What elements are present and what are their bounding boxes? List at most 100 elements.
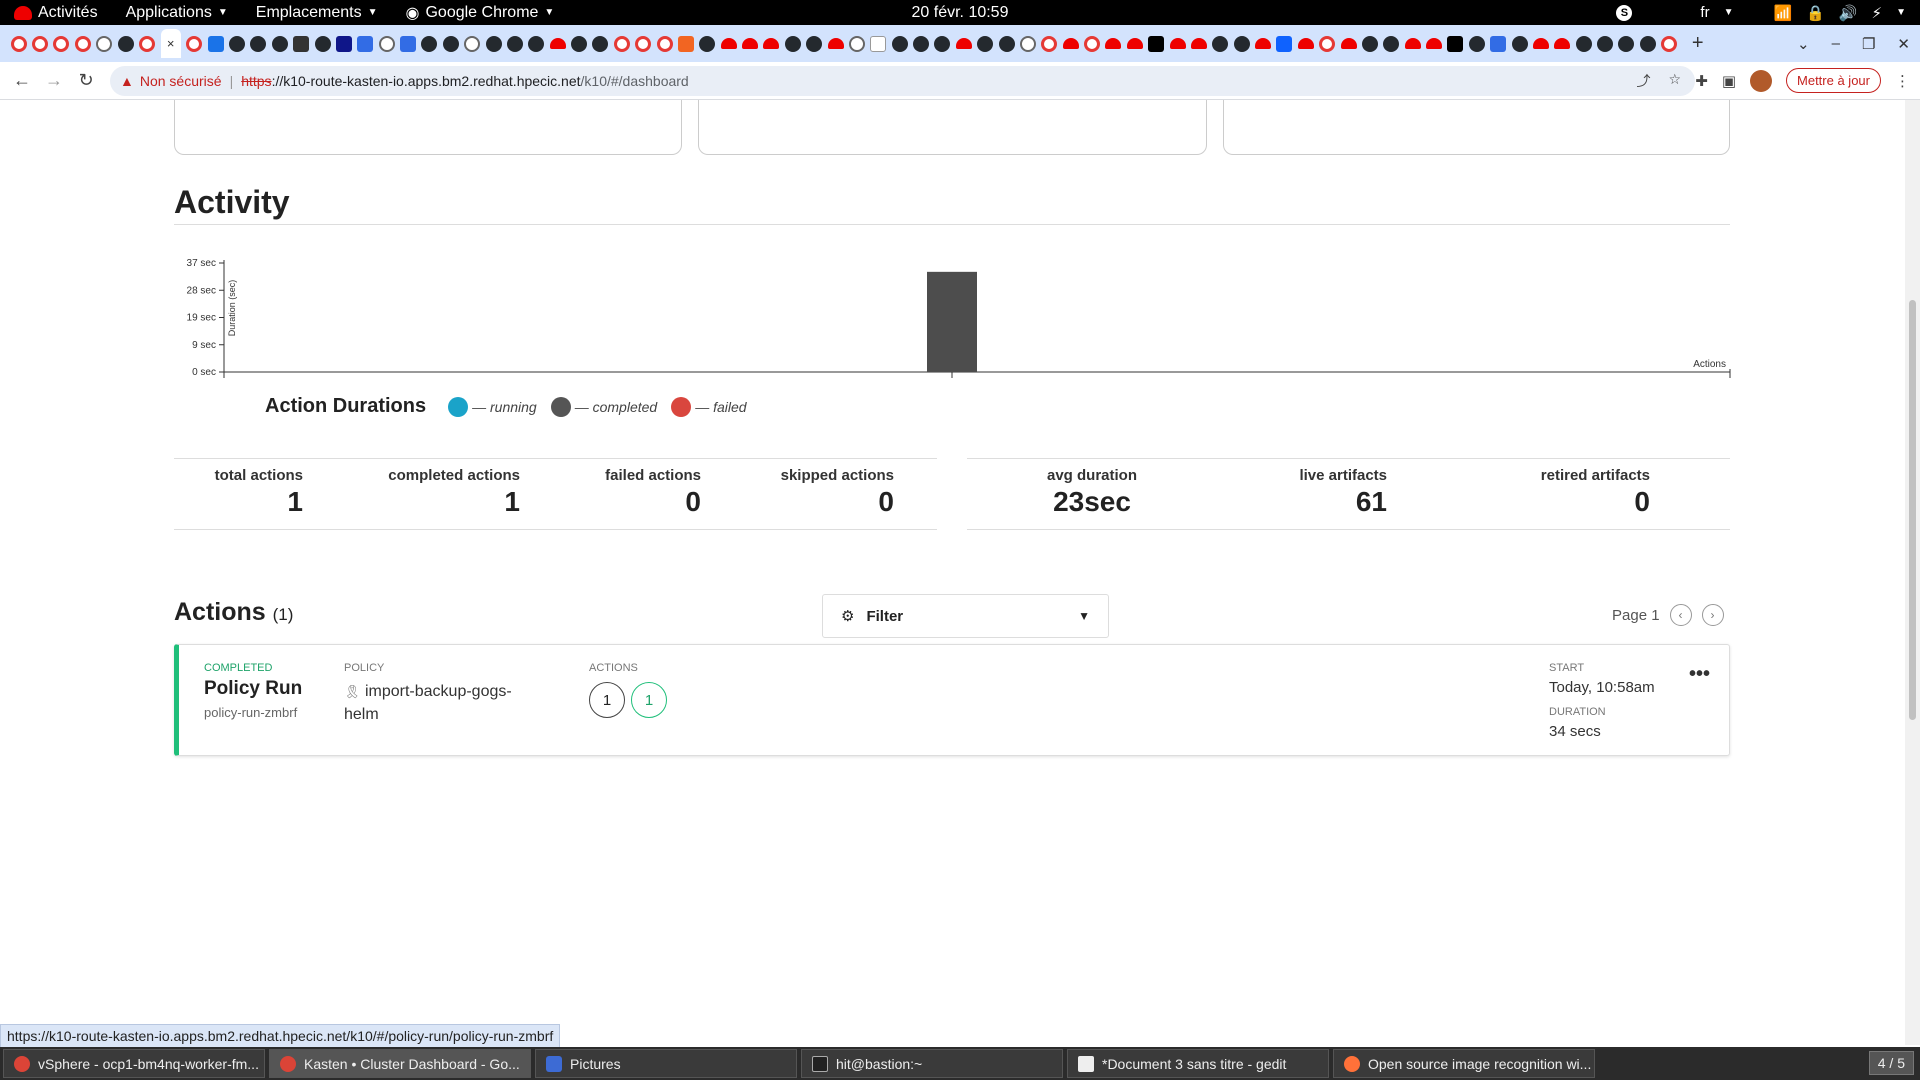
bookmark-star-icon[interactable]: ☆ [1668, 71, 1681, 91]
tab-openshift-icon[interactable] [186, 35, 203, 52]
tab-openshift-icon[interactable] [1041, 35, 1058, 52]
tab-kubernetes-icon[interactable] [400, 35, 417, 52]
active-tab[interactable]: × [160, 29, 181, 58]
tab-terminal-icon[interactable] [293, 35, 310, 52]
page-scrollbar[interactable] [1905, 100, 1920, 1045]
tab-github-icon[interactable] [806, 35, 823, 52]
reload-icon[interactable]: ↻ [70, 70, 102, 91]
tab-github-icon[interactable] [592, 35, 609, 52]
back-arrow-icon[interactable]: ← [6, 70, 38, 91]
tab-snowflake-icon[interactable] [848, 35, 865, 52]
tab-redhat-icon[interactable] [1126, 38, 1143, 49]
tab-kubernetes-icon[interactable] [1490, 35, 1507, 52]
tab-github-icon[interactable] [1361, 35, 1378, 52]
tab-ibm-icon[interactable] [1276, 35, 1293, 52]
minimize-icon[interactable]: – [1832, 35, 1840, 52]
tab-redhat-icon[interactable] [1297, 38, 1314, 49]
tab-redhat-icon[interactable] [1105, 38, 1122, 49]
tab-github-icon[interactable] [314, 35, 331, 52]
taskbar-item-firefox[interactable]: Open source image recognition wi... [1333, 1049, 1595, 1078]
tab-ask-icon[interactable] [677, 35, 694, 52]
tab-openshift-icon[interactable] [10, 35, 27, 52]
tab-openshift-icon[interactable] [32, 35, 49, 52]
tab-redhat-icon[interactable] [1255, 38, 1272, 49]
legend-item-completed[interactable]: — completed [550, 396, 657, 417]
tab-redhat-icon[interactable] [1169, 38, 1186, 49]
maximize-icon[interactable]: ❐ [1862, 35, 1875, 53]
tab-github-icon[interactable] [784, 35, 801, 52]
tab-github-icon[interactable] [271, 35, 288, 52]
tab-helm-icon[interactable] [335, 35, 352, 52]
workspace-indicator[interactable]: 4 / 5 [1868, 1051, 1914, 1075]
tab-github-icon[interactable] [442, 35, 459, 52]
tab-openshift-icon[interactable] [74, 35, 91, 52]
update-button[interactable]: Mettre à jour [1786, 68, 1881, 93]
action-count-completed[interactable]: 1 [631, 682, 667, 718]
tab-doc-icon[interactable] [870, 35, 887, 52]
action-count-total[interactable]: 1 [589, 682, 625, 718]
tab-redhat-icon[interactable] [1190, 38, 1207, 49]
tab-redhat-icon[interactable] [1340, 38, 1357, 49]
tab-github-icon[interactable] [250, 35, 267, 52]
tab-github-icon[interactable] [1511, 35, 1528, 52]
taskbar-item-terminal[interactable]: hit@bastion:~ [801, 1049, 1063, 1078]
tab-github-icon[interactable] [1212, 35, 1229, 52]
tab-redhat-icon[interactable] [742, 38, 759, 49]
volume-icon[interactable]: 🔊 [1839, 4, 1858, 22]
action-title[interactable]: Policy Run [204, 678, 302, 700]
tab-github-icon[interactable] [1233, 35, 1250, 52]
policy-name[interactable]: 🎗 import-backup-gogs-helm [344, 680, 534, 726]
tab-openshift-icon[interactable] [1661, 35, 1678, 52]
tab-kubernetes-icon[interactable] [357, 35, 374, 52]
tab-github-icon[interactable] [1597, 35, 1614, 52]
tab-github-icon[interactable] [229, 35, 246, 52]
warning-icon[interactable]: ▲ [120, 73, 134, 89]
tab-redhat-icon[interactable] [827, 38, 844, 49]
tab-openshift-icon[interactable] [1084, 35, 1101, 52]
tab-redhat-icon[interactable] [1062, 38, 1079, 49]
tab-github-icon[interactable] [934, 35, 951, 52]
battery-icon[interactable]: ⚡ [1872, 4, 1883, 22]
tab-github-icon[interactable] [1575, 35, 1592, 52]
tab-redhat-icon[interactable] [549, 38, 566, 49]
tab-redhat-icon[interactable] [1426, 38, 1443, 49]
insecure-label[interactable]: Non sécurisé [140, 73, 222, 89]
tab-github-icon[interactable] [1639, 35, 1656, 52]
tab-openshift-icon[interactable] [53, 35, 70, 52]
tab-redhat-icon[interactable] [1554, 38, 1571, 49]
new-tab-button[interactable]: + [1692, 32, 1704, 55]
tab-github-icon[interactable] [891, 35, 908, 52]
action-card[interactable]: COMPLETED Policy Run policy-run-zmbrf PO… [174, 644, 1730, 756]
tab-github-icon[interactable] [913, 35, 930, 52]
legend-item-failed[interactable]: — failed [671, 396, 747, 417]
tab-redhat-icon[interactable] [763, 38, 780, 49]
current-app-menu[interactable]: ◉ Google Chrome ▼ [392, 0, 569, 25]
more-options-icon[interactable]: ••• [1689, 663, 1710, 686]
wifi-icon[interactable]: 📶 [1773, 4, 1792, 22]
tab-github-icon[interactable] [506, 35, 523, 52]
tab-redhat-icon[interactable] [720, 38, 737, 49]
avatar[interactable] [1750, 69, 1773, 92]
tab-github-icon[interactable] [1383, 35, 1400, 52]
tab-github-icon[interactable] [571, 35, 588, 52]
close-icon[interactable]: × [167, 36, 175, 51]
tab-github-icon[interactable] [977, 35, 994, 52]
skype-icon[interactable]: S [1616, 4, 1633, 21]
taskbar-item-vsphere[interactable]: vSphere - ocp1-bm4nq-worker-fm... [3, 1049, 265, 1078]
places-menu[interactable]: Emplacements ▼ [242, 0, 392, 25]
extensions-icon[interactable]: ✚ [1695, 72, 1708, 90]
tab-github-icon[interactable] [1618, 35, 1635, 52]
tab-openshift-icon[interactable] [635, 35, 652, 52]
tab-github-icon[interactable] [998, 35, 1015, 52]
kebab-menu-icon[interactable]: ⋮ [1895, 72, 1910, 90]
taskbar-item-pictures[interactable]: Pictures [535, 1049, 797, 1078]
tab-globe-icon[interactable] [378, 35, 395, 52]
tab-github-icon[interactable] [528, 35, 545, 52]
tab-search-icon[interactable]: ⌄ [1797, 35, 1810, 53]
tab-openshift-icon[interactable] [1319, 35, 1336, 52]
tab-openshift-icon[interactable] [613, 35, 630, 52]
forward-arrow-icon[interactable]: → [38, 70, 70, 91]
clock[interactable]: 20 févr. 10:59 [912, 4, 1009, 22]
side-panel-icon[interactable]: ▣ [1722, 72, 1736, 90]
tab-google-icon[interactable] [464, 35, 481, 52]
